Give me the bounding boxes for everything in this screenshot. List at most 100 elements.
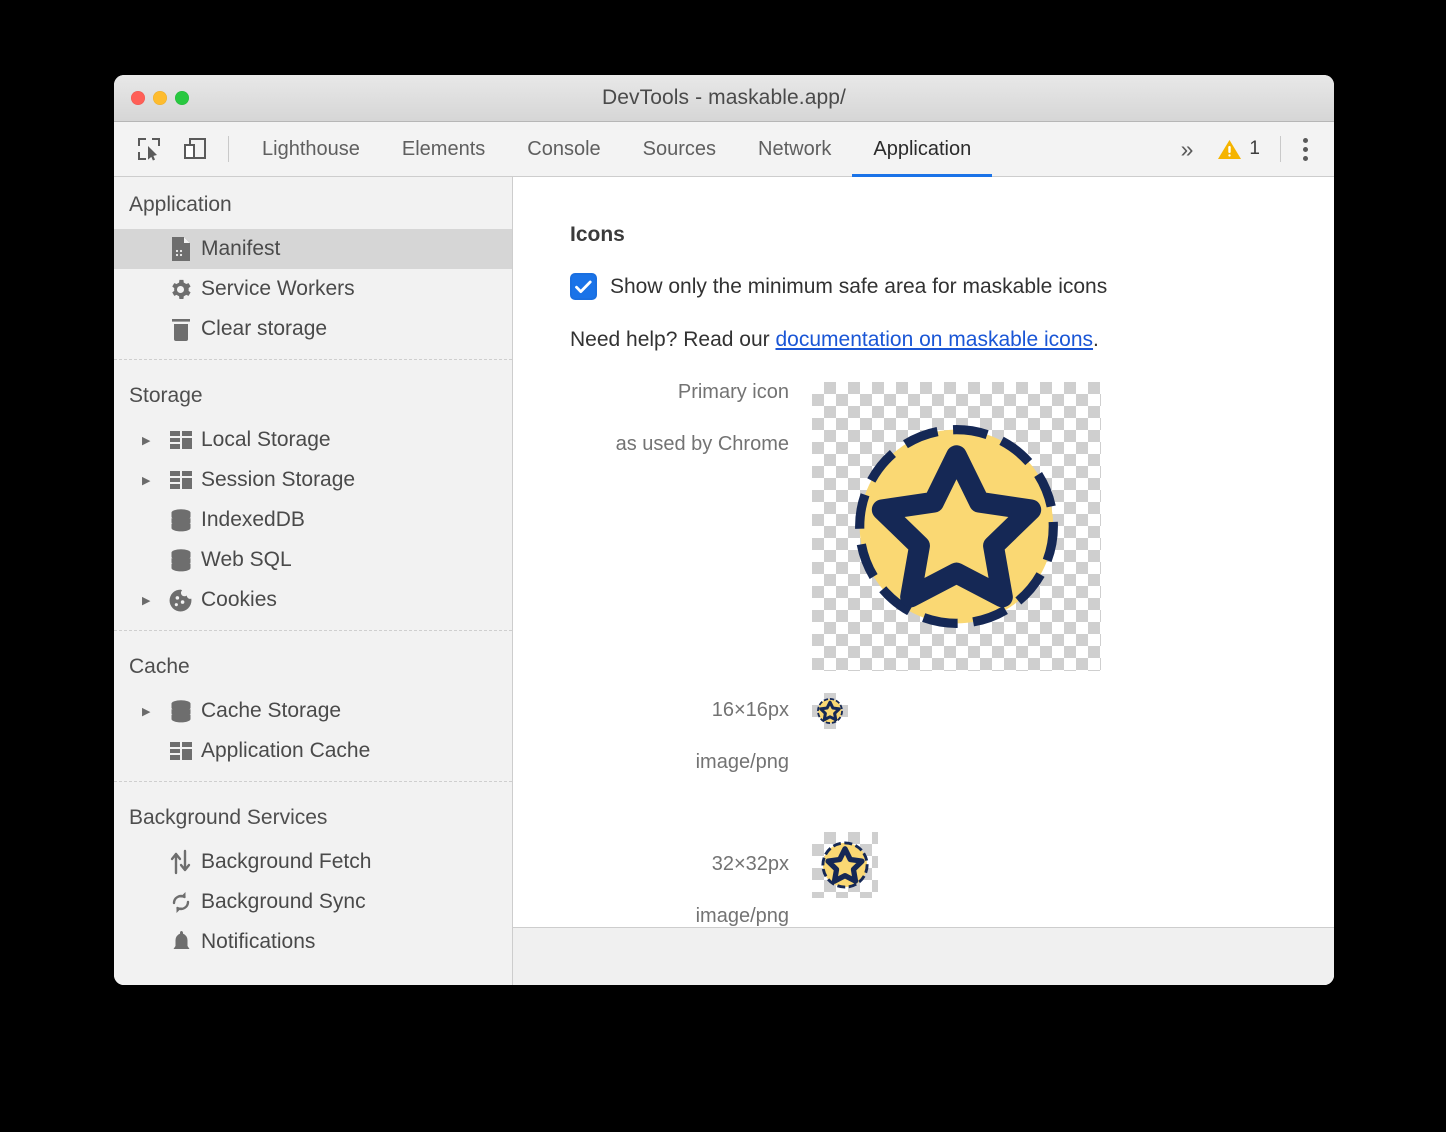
sidebar-item-service-workers[interactable]: ▶ Service Workers — [114, 269, 512, 309]
sidebar-item-label: Background Sync — [197, 890, 366, 914]
maximize-window-button[interactable] — [175, 91, 189, 105]
sidebar-item-cache-storage[interactable]: ▶ Cache Storage — [114, 691, 512, 731]
sidebar-section-cache: Cache ▶ Cache Storage ▶ — [114, 630, 512, 781]
tab-console[interactable]: Console — [506, 122, 621, 176]
table-icon — [164, 430, 197, 450]
database-icon — [164, 699, 197, 723]
sidebar-section-header: Application — [114, 177, 512, 229]
icon-sublabel-primary: as used by Chrome — [570, 434, 789, 454]
icon-row-labels: 16×16px image/png — [570, 693, 812, 772]
expand-arrow-icon[interactable]: ▶ — [142, 434, 164, 447]
sidebar-section-header: Background Services — [114, 790, 512, 842]
more-options-icon[interactable] — [1291, 138, 1320, 161]
icon-row-primary: Primary icon as used by Chrome — [570, 382, 1334, 671]
trash-icon — [164, 317, 197, 342]
sidebar-item-label: Manifest — [197, 237, 280, 261]
maskable-star-icon — [812, 832, 878, 898]
database-icon — [164, 548, 197, 572]
kebab-dot — [1303, 156, 1308, 161]
tab-application[interactable]: Application — [852, 122, 992, 176]
icon-label-16: 16×16px — [570, 700, 789, 720]
sync-icon — [164, 890, 197, 915]
warning-triangle-icon — [1217, 138, 1242, 161]
icon-row-32: 32×32px image/png — [570, 832, 1334, 926]
icon-preview-16[interactable] — [812, 693, 848, 729]
sidebar-item-application-cache[interactable]: ▶ Application Cache — [114, 731, 512, 771]
toolbar-divider — [228, 136, 229, 162]
toolbar-divider-2 — [1280, 136, 1281, 162]
warning-indicator[interactable]: 1 — [1207, 138, 1270, 161]
icon-preview-32[interactable] — [812, 832, 878, 898]
sidebar-item-label: Web SQL — [197, 548, 292, 572]
sidebar-section-application: Application ▶ Manifest ▶ — [114, 177, 512, 359]
sidebar-section-header: Cache — [114, 639, 512, 691]
tab-lighthouse[interactable]: Lighthouse — [241, 122, 381, 176]
sidebar-item-clear-storage[interactable]: ▶ Clear storage — [114, 309, 512, 349]
checkmark-icon — [575, 280, 592, 294]
sidebar-item-label: Application Cache — [197, 739, 370, 763]
expand-arrow-icon[interactable]: ▶ — [142, 474, 164, 487]
manifest-panel: Icons Show only the minimum safe area fo… — [513, 177, 1334, 985]
help-text: Need help? Read our documentation on mas… — [570, 328, 1334, 352]
minimize-window-button[interactable] — [153, 91, 167, 105]
sidebar-item-background-sync[interactable]: ▶ Background Sync — [114, 882, 512, 922]
inspect-element-icon[interactable] — [126, 122, 172, 176]
help-prefix: Need help? Read our — [570, 328, 775, 351]
tab-bar-right-controls: » 1 — [1165, 122, 1334, 176]
sidebar-section-background-services: Background Services ▶ Background Fetch ▶ — [114, 781, 512, 972]
devtools-window: DevTools - maskable.app/ Lighthouse Elem… — [114, 75, 1334, 985]
kebab-dot — [1303, 147, 1308, 152]
device-toolbar-icon[interactable] — [172, 122, 218, 176]
safe-area-checkbox-label: Show only the minimum safe area for mask… — [610, 275, 1107, 299]
help-suffix: . — [1093, 328, 1099, 351]
icon-mime-16: image/png — [570, 752, 789, 772]
window-title-bar: DevTools - maskable.app/ — [114, 75, 1334, 122]
sidebar-item-background-fetch[interactable]: ▶ Background Fetch — [114, 842, 512, 882]
icon-label-32: 32×32px — [570, 854, 789, 874]
table-icon — [164, 470, 197, 490]
database-icon — [164, 508, 197, 532]
sidebar-item-cookies[interactable]: ▶ Cookies — [114, 580, 512, 620]
warning-count: 1 — [1249, 138, 1260, 160]
sidebar-item-label: Notifications — [197, 930, 315, 954]
application-sidebar[interactable]: Application ▶ Manifest ▶ — [114, 177, 513, 985]
tab-elements[interactable]: Elements — [381, 122, 506, 176]
devtools-body: Application ▶ Manifest ▶ — [114, 177, 1334, 985]
sidebar-item-session-storage[interactable]: ▶ Session Storage — [114, 460, 512, 500]
sidebar-section-storage: Storage ▶ Local Storage ▶ — [114, 359, 512, 630]
window-title: DevTools - maskable.app/ — [114, 86, 1334, 110]
page-title: Icons — [570, 223, 1334, 247]
sidebar-item-web-sql[interactable]: ▶ Web SQL — [114, 540, 512, 580]
sidebar-item-manifest[interactable]: ▶ Manifest — [114, 229, 512, 269]
maskable-icons-documentation-link[interactable]: documentation on maskable icons — [775, 328, 1093, 351]
sidebar-item-label: Session Storage — [197, 468, 355, 492]
sidebar-item-label: Clear storage — [197, 317, 327, 341]
maskable-star-icon — [812, 382, 1101, 671]
maskable-star-icon — [812, 693, 848, 729]
sidebar-item-label: Cache Storage — [197, 699, 341, 723]
panel-footer — [513, 927, 1334, 985]
traffic-lights — [131, 91, 189, 105]
sidebar-item-local-storage[interactable]: ▶ Local Storage — [114, 420, 512, 460]
tab-sources[interactable]: Sources — [622, 122, 737, 176]
icon-label-primary: Primary icon — [570, 382, 789, 402]
chevron-double-right-icon[interactable]: » — [1165, 136, 1208, 163]
document-icon — [164, 236, 197, 262]
arrows-updown-icon — [164, 849, 197, 875]
safe-area-checkbox-row[interactable]: Show only the minimum safe area for mask… — [570, 273, 1334, 300]
tab-network[interactable]: Network — [737, 122, 852, 176]
expand-arrow-icon[interactable]: ▶ — [142, 594, 164, 607]
sidebar-item-label: Cookies — [197, 588, 277, 612]
sidebar-item-notifications[interactable]: ▶ Notifications — [114, 922, 512, 962]
cookie-icon — [164, 588, 197, 613]
sidebar-section-header: Storage — [114, 368, 512, 420]
icon-row-labels: Primary icon as used by Chrome — [570, 382, 812, 454]
primary-icon-preview[interactable] — [812, 382, 1101, 671]
close-window-button[interactable] — [131, 91, 145, 105]
kebab-dot — [1303, 138, 1308, 143]
sidebar-item-label: IndexedDB — [197, 508, 305, 532]
expand-arrow-icon[interactable]: ▶ — [142, 705, 164, 718]
safe-area-checkbox[interactable] — [570, 273, 597, 300]
devtools-tab-bar: Lighthouse Elements Console Sources Netw… — [114, 122, 1334, 177]
sidebar-item-indexeddb[interactable]: ▶ IndexedDB — [114, 500, 512, 540]
